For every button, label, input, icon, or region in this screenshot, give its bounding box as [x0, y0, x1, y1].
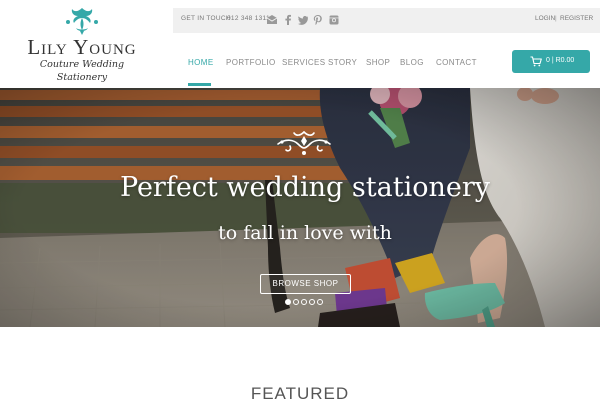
facebook-icon[interactable]: [282, 14, 294, 26]
slider-dot[interactable]: [301, 299, 307, 305]
nav-item-portfolio[interactable]: PORTFOLIO: [226, 58, 276, 67]
mail-icon[interactable]: [266, 14, 278, 26]
slider-dot[interactable]: [317, 299, 323, 305]
hero-slider: Perfect wedding stationery to fall in lo…: [0, 88, 600, 327]
slider-dot[interactable]: [309, 299, 315, 305]
hero-title: Perfect wedding stationery: [120, 172, 490, 203]
browse-shop-button[interactable]: BROWSE SHOP: [260, 274, 351, 294]
cart-summary: 0 | R0.00: [546, 57, 575, 64]
instagram-icon[interactable]: [328, 14, 340, 26]
page: Lily Young Couture Wedding Stationery GE…: [0, 0, 600, 400]
nav-item-shop[interactable]: SHOP: [366, 58, 390, 67]
pinterest-icon[interactable]: [312, 14, 324, 26]
slider-dot[interactable]: [285, 299, 291, 305]
top-bar: GET IN TOUCH 012 348 1311 LOGIN | REGIST…: [173, 8, 600, 33]
get-in-touch-label: GET IN TOUCH: [181, 15, 231, 22]
nav-item-home[interactable]: HOME: [188, 58, 214, 67]
hero-ornament-icon: [277, 131, 331, 155]
topbar-separator: |: [555, 15, 557, 22]
nav-item-contact[interactable]: CONTACT: [436, 58, 477, 67]
phone-number[interactable]: 012 348 1311: [227, 15, 270, 22]
logo-tagline: Couture Wedding Stationery: [39, 59, 125, 83]
active-nav-indicator: [188, 83, 211, 86]
nav-item-story[interactable]: STORY: [328, 58, 357, 67]
nav-item-services[interactable]: SERVICES: [282, 58, 326, 67]
nav-item-blog[interactable]: BLOG: [400, 58, 424, 67]
twitter-icon[interactable]: [297, 14, 309, 26]
logo-name: Lily Young: [27, 35, 137, 59]
site-logo[interactable]: Lily Young Couture Wedding Stationery: [16, 6, 148, 83]
register-link[interactable]: REGISTER: [560, 15, 593, 22]
hero-subtitle: to fall in love with: [218, 222, 392, 244]
cart-icon: [530, 56, 542, 67]
featured-heading: FEATURED: [250, 384, 350, 400]
logo-ornament-icon: [66, 8, 98, 35]
cart-button[interactable]: 0 | R0.00: [512, 50, 590, 73]
slider-dot[interactable]: [293, 299, 299, 305]
login-link[interactable]: LOGIN: [535, 15, 555, 22]
